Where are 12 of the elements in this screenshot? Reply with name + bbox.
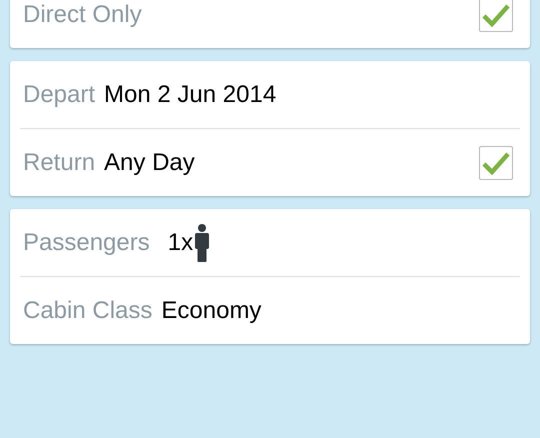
field-label: Passengers	[23, 228, 150, 258]
field-value[interactable]: Mon 2 Jun 2014	[104, 76, 276, 112]
field-value[interactable]: Economy	[161, 292, 262, 328]
checkbox[interactable]	[479, 0, 513, 32]
person-icon	[195, 224, 210, 262]
field-value[interactable]: 1x	[168, 224, 194, 260]
checkbox[interactable]	[479, 146, 513, 180]
field-label: Depart	[23, 80, 96, 110]
field-label: Cabin Class	[23, 296, 152, 326]
field-value[interactable]: Any Day	[104, 144, 195, 180]
field-label: Return	[23, 148, 96, 178]
field-label: Direct Only	[23, 0, 142, 30]
